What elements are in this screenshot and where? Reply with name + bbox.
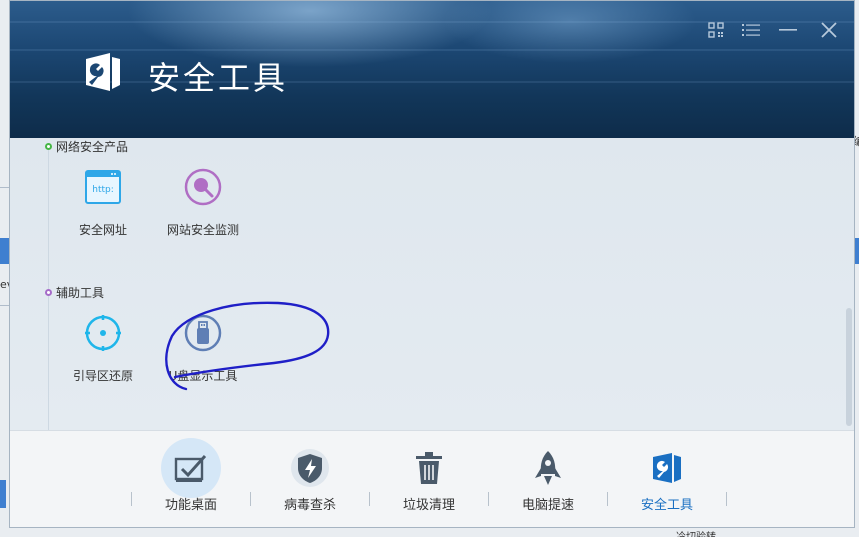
menu-button[interactable]: [740, 19, 762, 41]
nav-separator: [607, 492, 608, 506]
browser-http-icon: http:: [85, 170, 121, 204]
nav-icon-wrap: [518, 438, 578, 498]
header-banner: 安全工具: [10, 1, 854, 138]
tool-boot-sector-restore[interactable]: 引导区还原: [58, 313, 148, 384]
close-icon: [821, 22, 837, 38]
tool-label: U盘显示工具: [168, 369, 238, 383]
close-button[interactable]: [818, 19, 840, 41]
menu-icon: [742, 24, 760, 36]
nav-label: 电脑提速: [521, 498, 574, 513]
background-text-bottom: 冷切验转: [676, 528, 716, 537]
tool-label: 引导区还原: [72, 369, 133, 383]
nav-icon-wrap: [161, 438, 221, 498]
section-title-auxiliary-tools: 辅助工具: [56, 286, 105, 300]
nav-function-desktop[interactable]: 功能桌面: [136, 431, 246, 527]
nav-separator: [250, 492, 251, 506]
nav-icon-wrap: [637, 438, 697, 498]
wrench-shield-icon: [653, 453, 681, 483]
app-title: 安全工具: [148, 59, 289, 97]
nav-label: 安全工具: [640, 498, 693, 513]
nav-virus-scan[interactable]: 病毒查杀: [255, 431, 365, 527]
nav-label: 功能桌面: [164, 498, 217, 513]
nav-separator: [369, 492, 370, 506]
nav-security-tools[interactable]: 安全工具: [612, 431, 722, 527]
section-dot: [45, 143, 52, 150]
rocket-icon: [535, 451, 561, 485]
usb-drive-icon: [184, 314, 222, 352]
tool-label: 网站安全监测: [166, 223, 239, 237]
nav-icon-wrap: [399, 438, 459, 498]
tool-label: 安全网址: [78, 223, 127, 237]
shield-bolt-icon: [291, 449, 329, 487]
wave-highlight: [10, 21, 854, 23]
checked-board-icon: [174, 454, 207, 482]
bottom-nav: 功能桌面 病毒查杀 垃圾清理 电脑提速 安全工具: [10, 430, 854, 527]
nav-icon-wrap: [280, 438, 340, 498]
app-logo-icon: [86, 53, 120, 91]
nav-label: 病毒查杀: [283, 498, 336, 513]
tool-website-monitor[interactable]: 网站安全监测: [158, 167, 248, 238]
magnifier-icon: [184, 168, 222, 206]
nav-separator: [726, 492, 727, 506]
nav-pc-speedup[interactable]: 电脑提速: [493, 431, 603, 527]
qr-code-icon: [708, 22, 724, 38]
svg-text:http:: http:: [92, 185, 114, 195]
crosshair-icon: [85, 315, 121, 351]
wave-highlight: [10, 49, 854, 51]
nav-junk-clean[interactable]: 垃圾清理: [374, 431, 484, 527]
minimize-icon: [779, 29, 797, 31]
section-dot: [45, 289, 52, 296]
trash-icon: [416, 452, 442, 484]
tool-safe-url[interactable]: http: 安全网址: [58, 167, 148, 238]
tools-panel: 网络安全产品 http: 安全网址 网站安全监测 辅助工具 引导区还原 U盘显示…: [10, 138, 854, 430]
tool-usb-display[interactable]: U盘显示工具: [158, 313, 248, 384]
background-button-left: [0, 480, 6, 508]
security-tools-window: 安全工具 网络安全产品 http: 安全网址 网站安全监测 辅助工具 引导区还原…: [9, 0, 855, 528]
minimize-button[interactable]: [777, 19, 799, 41]
nav-separator: [488, 492, 489, 506]
qr-code-button[interactable]: [705, 19, 727, 41]
wave-highlight: [10, 81, 854, 83]
scrollbar[interactable]: [846, 308, 852, 426]
section-title-network-security: 网络安全产品: [56, 140, 129, 154]
nav-label: 垃圾清理: [402, 498, 455, 513]
nav-separator: [131, 492, 132, 506]
background-selection-bar: [855, 238, 859, 264]
